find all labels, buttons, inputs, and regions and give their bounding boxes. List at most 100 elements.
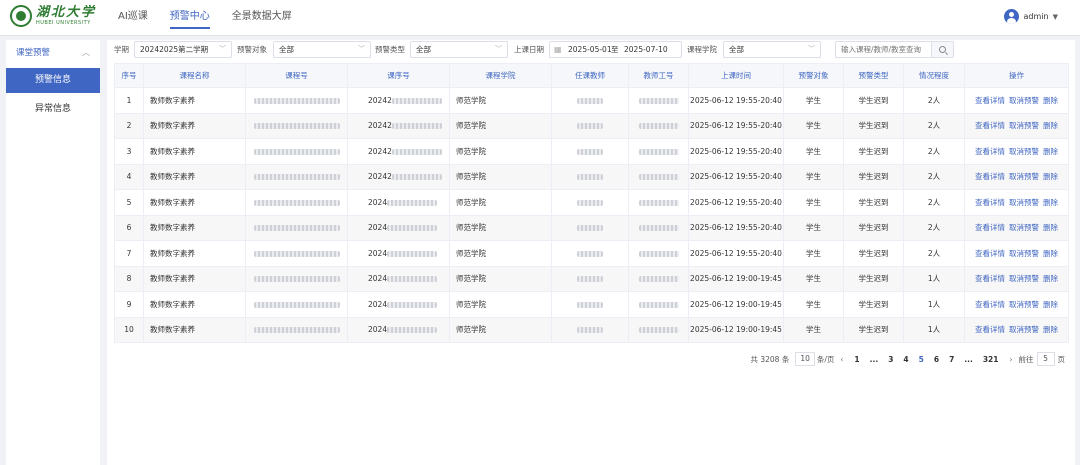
- search-input[interactable]: [836, 42, 933, 57]
- redacted-value: [253, 276, 340, 283]
- page-number[interactable]: 6: [934, 355, 939, 364]
- type-select[interactable]: 全部 ﹀: [410, 41, 508, 58]
- cell-warning-type: 学生迟到: [843, 87, 904, 114]
- table-row: 6 教师数字素养 2024 师范学院 2025-06-12 19:55-20:40 学生学…: [114, 214, 1069, 241]
- delete-link[interactable]: 删除: [1043, 172, 1058, 181]
- page-ellipsis[interactable]: ...: [964, 355, 973, 364]
- cancel-warning-link[interactable]: 取消预警: [1009, 96, 1039, 105]
- cell-section-id: 2024: [347, 316, 450, 343]
- college-value: 全部: [729, 45, 744, 54]
- header-teacher: 任课教师: [551, 63, 629, 88]
- user-menu[interactable]: admin ▼: [1003, 9, 1058, 24]
- redacted-value: [638, 327, 679, 334]
- cell-actions: 查看详情 取消预警 删除: [964, 265, 1069, 292]
- section-id-prefix: 20242: [368, 121, 392, 131]
- cancel-warning-link[interactable]: 取消预警: [1009, 121, 1039, 130]
- page-number[interactable]: 1: [854, 355, 859, 364]
- page-number[interactable]: 4: [903, 355, 908, 364]
- cancel-warning-link[interactable]: 取消预警: [1009, 249, 1039, 258]
- page-number[interactable]: 3: [888, 355, 893, 364]
- section-id-prefix: 2024: [368, 197, 388, 207]
- tab-data-screen[interactable]: 全景数据大屏: [232, 0, 292, 36]
- goto-page-input[interactable]: 5: [1036, 352, 1055, 366]
- cancel-warning-link[interactable]: 取消预警: [1009, 147, 1039, 156]
- view-details-link[interactable]: 查看详情: [975, 147, 1005, 156]
- cell-teacher-id: [628, 291, 689, 318]
- redacted-value: [638, 97, 679, 104]
- view-details-link[interactable]: 查看详情: [975, 121, 1005, 130]
- cancel-warning-link[interactable]: 取消预警: [1009, 198, 1039, 207]
- cell-college: 师范学院: [449, 240, 552, 267]
- cell-course-id: [245, 163, 348, 190]
- cancel-warning-link[interactable]: 取消预警: [1009, 300, 1039, 309]
- chevron-down-icon: ﹀: [808, 45, 815, 53]
- view-details-link[interactable]: 查看详情: [975, 300, 1005, 309]
- cell-course-id: [245, 291, 348, 318]
- cell-teacher: [551, 240, 629, 267]
- header-actions: 操作: [964, 63, 1069, 88]
- cancel-warning-link[interactable]: 取消预警: [1009, 172, 1039, 181]
- page-number[interactable]: 7: [949, 355, 954, 364]
- view-details-link[interactable]: 查看详情: [975, 96, 1005, 105]
- page-size-select[interactable]: 10: [795, 352, 815, 366]
- pagination: 共 3208 条 10 条/页 ‹ 1... 3 4 5 6 7... 321 › 前往 5…: [750, 352, 1065, 366]
- delete-link[interactable]: 删除: [1043, 121, 1058, 130]
- cell-course-name: 教师数字素养: [143, 265, 246, 292]
- cell-class-time: 2025-06-12 19:00-19:45: [688, 265, 784, 292]
- cell-teacher: [551, 112, 629, 139]
- filter-bar: 学期 20242025第二学期 ﹀ 预警对象 全部 ﹀ 预警类型 全部 ﹀ 上课日期 …: [107, 41, 1075, 59]
- type-label: 预警类型: [375, 45, 405, 54]
- cell-warning-target: 学生: [783, 112, 844, 139]
- view-details-link[interactable]: 查看详情: [975, 325, 1005, 334]
- college-select[interactable]: 全部 ﹀: [723, 41, 821, 58]
- search-button[interactable]: [931, 42, 953, 57]
- view-details-link[interactable]: 查看详情: [975, 249, 1005, 258]
- next-page-icon[interactable]: ›: [1010, 355, 1013, 364]
- sidebar-item-warning-info[interactable]: 预警信息: [6, 68, 100, 93]
- delete-link[interactable]: 删除: [1043, 249, 1058, 258]
- page-number[interactable]: 5: [919, 355, 924, 364]
- term-select[interactable]: 20242025第二学期 ﹀: [134, 41, 232, 58]
- cancel-warning-link[interactable]: 取消预警: [1009, 274, 1039, 283]
- tab-ai-patrol[interactable]: AI巡课: [118, 0, 148, 36]
- cancel-warning-link[interactable]: 取消预警: [1009, 223, 1039, 232]
- cell-class-time: 2025-06-12 19:55-20:40: [688, 112, 784, 139]
- page-number[interactable]: 321: [983, 355, 999, 364]
- cell-course-name: 教师数字素养: [143, 87, 246, 114]
- prev-page-icon[interactable]: ‹: [840, 355, 843, 364]
- redacted-value: [577, 327, 603, 334]
- date-range-picker[interactable]: ▦ 2025-05-01 至 2025-07-10: [549, 41, 682, 58]
- redacted-value: [387, 225, 438, 232]
- view-details-link[interactable]: 查看详情: [975, 172, 1005, 181]
- target-select[interactable]: 全部 ﹀: [273, 41, 371, 58]
- delete-link[interactable]: 删除: [1043, 223, 1058, 232]
- cell-actions: 查看详情 取消预警 删除: [964, 87, 1069, 114]
- cell-severity: 1人: [903, 316, 965, 343]
- tab-warning-center[interactable]: 预警中心: [169, 0, 210, 36]
- delete-link[interactable]: 删除: [1043, 274, 1058, 283]
- delete-link[interactable]: 删除: [1043, 300, 1058, 309]
- delete-link[interactable]: 删除: [1043, 198, 1058, 207]
- sidebar-item-abnormal-info[interactable]: 异常信息: [6, 97, 100, 122]
- header-warning-target: 预警对象: [783, 63, 844, 88]
- cell-teacher-id: [628, 163, 689, 190]
- section-id-prefix: 2024: [368, 274, 388, 284]
- cancel-warning-link[interactable]: 取消预警: [1009, 325, 1039, 334]
- view-details-link[interactable]: 查看详情: [975, 198, 1005, 207]
- university-logo[interactable]: 湖北大学 HUBEI UNIVERSITY: [10, 5, 96, 27]
- table-row: 2 教师数字素养 20242 师范学院 2025-06-12 19:55-20:40 学生…: [114, 112, 1069, 139]
- cell-index: 4: [114, 163, 144, 190]
- cell-college: 师范学院: [449, 316, 552, 343]
- main-content: 学期 20242025第二学期 ﹀ 预警对象 全部 ﹀ 预警类型 全部 ﹀ 上课日期 …: [107, 40, 1075, 465]
- page-ellipsis[interactable]: ...: [870, 355, 879, 364]
- view-details-link[interactable]: 查看详情: [975, 223, 1005, 232]
- delete-link[interactable]: 删除: [1043, 325, 1058, 334]
- redacted-value: [253, 199, 340, 206]
- view-details-link[interactable]: 查看详情: [975, 274, 1005, 283]
- redacted-value: [253, 250, 340, 257]
- delete-link[interactable]: 删除: [1043, 147, 1058, 156]
- delete-link[interactable]: 删除: [1043, 96, 1058, 105]
- per-page-label: 条/页: [816, 354, 835, 364]
- sidebar-group-classroom-warning[interactable]: 课堂预警 ︿: [6, 40, 100, 64]
- cell-college: 师范学院: [449, 214, 552, 241]
